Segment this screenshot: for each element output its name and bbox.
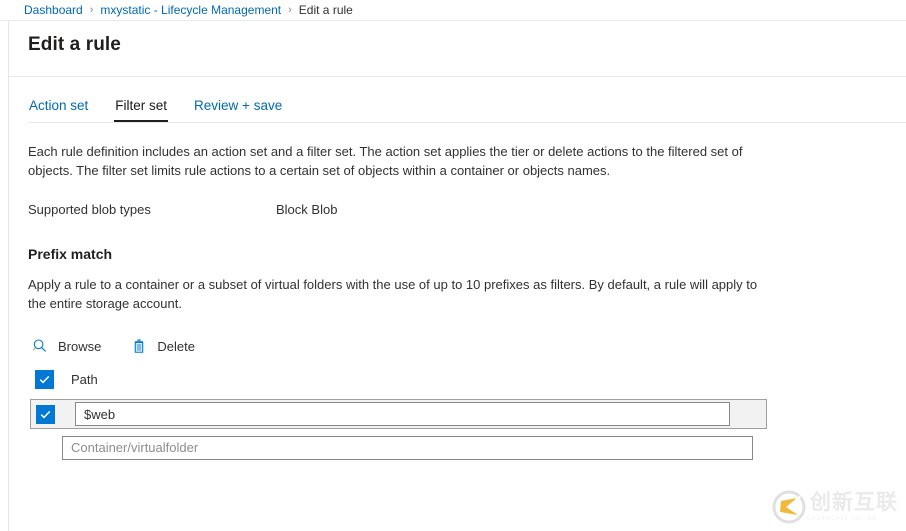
tab-action-set[interactable]: Action set xyxy=(28,96,89,122)
prefix-row-1-checkbox[interactable] xyxy=(36,404,55,424)
prefix-input-1[interactable] xyxy=(75,402,730,426)
breadcrumb-item-dashboard[interactable]: Dashboard xyxy=(24,3,83,17)
browse-button-label: Browse xyxy=(58,338,102,354)
search-icon xyxy=(30,336,50,356)
prefix-match-heading: Prefix match xyxy=(28,246,113,262)
select-all-checkbox[interactable] xyxy=(35,370,54,389)
supported-blob-types-label: Supported blob types xyxy=(28,202,151,217)
blade-panel: Edit a rule Action set Filter set Review… xyxy=(8,21,906,531)
path-column-header: Path xyxy=(71,372,98,387)
browse-button[interactable]: Browse xyxy=(28,334,105,358)
delete-button[interactable]: Delete xyxy=(127,334,199,358)
watermark-text: 创新互联 xyxy=(810,490,898,514)
blade-content: Action set Filter set Review + save Each… xyxy=(9,96,906,462)
tab-list: Action set Filter set Review + save xyxy=(28,96,906,123)
breadcrumb: Dashboard › mxystatic - Lifecycle Manage… xyxy=(0,0,906,21)
breadcrumb-item-lifecycle-management[interactable]: mxystatic - Lifecycle Management xyxy=(100,3,281,17)
prefix-row-1[interactable] xyxy=(30,399,767,429)
watermark: 创新互联 CHUANGXIN HULIAN xyxy=(771,489,898,525)
tab-review-save[interactable]: Review + save xyxy=(193,96,283,122)
watermark-subtext: CHUANGXIN HULIAN xyxy=(807,516,878,522)
path-header-row: Path xyxy=(28,370,906,389)
watermark-text-wrap: 创新互联 CHUANGXIN HULIAN xyxy=(807,490,898,523)
supported-blob-types-value: Block Blob xyxy=(276,202,338,217)
delete-button-label: Delete xyxy=(157,338,195,354)
prefix-rows-list xyxy=(28,399,906,462)
supported-blob-types-row: Supported blob types Block Blob xyxy=(28,202,906,217)
prefix-match-description: Apply a rule to a container or a subset … xyxy=(28,277,758,311)
watermark-logo-icon xyxy=(771,489,807,525)
prefix-row-2[interactable] xyxy=(30,433,906,462)
breadcrumb-separator-icon: › xyxy=(288,4,292,16)
trash-icon xyxy=(129,336,149,356)
title-divider xyxy=(9,76,906,77)
breadcrumb-item-edit-a-rule: Edit a rule xyxy=(298,3,353,17)
breadcrumb-separator-icon: › xyxy=(89,4,94,16)
tab-filter-set[interactable]: Filter set xyxy=(114,96,169,122)
prefix-input-2[interactable] xyxy=(62,435,753,460)
filter-set-description: Each rule definition includes an action … xyxy=(28,144,743,178)
page-title: Edit a rule xyxy=(28,34,121,55)
prefix-command-bar: Browse Delete xyxy=(28,334,906,358)
